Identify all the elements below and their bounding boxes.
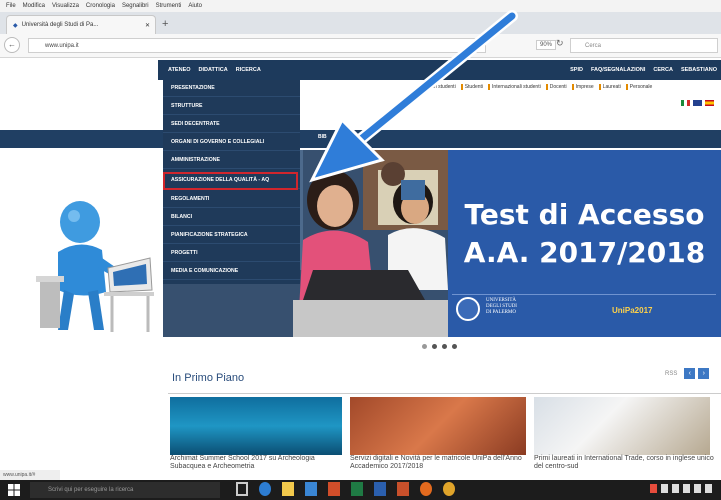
nav-user[interactable]: SEBASTIANO — [681, 67, 717, 73]
excel-icon[interactable] — [351, 482, 363, 496]
pointer-arrow-icon — [309, 10, 518, 183]
zoom-indicator[interactable]: 90% — [536, 40, 557, 50]
highlight-box — [163, 172, 298, 190]
tray-icon[interactable] — [672, 484, 679, 493]
tray-icon[interactable] — [650, 484, 657, 493]
mail-icon[interactable] — [328, 482, 340, 496]
news-card-caption[interactable]: Archimat Summer School 2017 su Archeolog… — [170, 455, 345, 471]
hero-title-line2: A.A. 2017/2018 — [463, 236, 706, 269]
search-input[interactable]: Cerca — [570, 38, 718, 53]
tray-icon[interactable] — [683, 484, 690, 493]
taskbar-search-text: Scrivi qui per eseguire la ricerca — [48, 487, 134, 493]
powerpoint-icon[interactable] — [397, 482, 409, 496]
back-button[interactable]: ← — [4, 37, 20, 53]
rss-label[interactable]: RSS — [665, 371, 677, 377]
url-text: www.unipa.it — [45, 42, 79, 49]
close-icon[interactable]: ✕ — [145, 22, 150, 29]
menu-item-presentazione[interactable]: PRESENTAZIONE — [163, 80, 300, 97]
news-card-caption[interactable]: Primi laureati in International Trade, c… — [534, 455, 714, 471]
menu-file[interactable]: File — [6, 3, 16, 9]
carousel-dot[interactable] — [432, 344, 437, 349]
tray-icon[interactable] — [705, 484, 712, 493]
news-card-caption[interactable]: Servizi digitali e Novità per le matrico… — [350, 455, 528, 471]
flag-it-icon[interactable] — [681, 100, 690, 106]
menu-item-amministrazione[interactable]: AMMINISTRAZIONE — [163, 152, 300, 169]
tab-title: Università degli Studi di Pa... — [21, 22, 99, 28]
news-card-image[interactable] — [170, 397, 342, 455]
new-tab-button[interactable]: + — [162, 18, 168, 30]
news-card-image[interactable] — [350, 397, 526, 455]
section-title: In Primo Piano — [172, 372, 245, 384]
tray-icon[interactable] — [694, 484, 701, 493]
nav-faq[interactable]: FAQ/SEGNALAZIONI — [591, 67, 645, 73]
status-url: www.unipa.it/# — [0, 470, 60, 480]
nav-didattica[interactable]: DIDATTICA — [199, 67, 228, 73]
menu-edit[interactable]: Modifica — [23, 3, 45, 9]
tray-icon[interactable] — [661, 484, 668, 493]
menu-item-pianificazione[interactable]: PIANIFICAZIONE STRATEGICA — [163, 227, 300, 244]
hero-title-line1: Test di Accesso — [464, 198, 705, 231]
edge-icon[interactable] — [259, 482, 271, 496]
primo-piano-header — [168, 372, 721, 394]
menu-help[interactable]: Aiuto — [188, 3, 202, 9]
taskbar-search[interactable]: Scrivi qui per eseguire la ricerca — [30, 482, 220, 498]
reload-icon[interactable]: ↻ — [556, 38, 564, 49]
chrome-icon[interactable] — [443, 482, 455, 496]
menu-item-media[interactable]: MEDIA E COMUNICAZIONE — [163, 263, 300, 280]
word-icon[interactable] — [374, 482, 386, 496]
menu-bookmarks[interactable]: Segnalibri — [122, 3, 149, 9]
university-name: UNIVERSITÀ DEGLI STUDI DI PALERMO — [486, 298, 517, 316]
nav-spid[interactable]: SPID — [570, 67, 583, 73]
taskbar-apps — [236, 482, 455, 496]
primo-piano-controls: RSS ‹ › — [665, 368, 710, 379]
flag-es-icon[interactable] — [705, 100, 714, 106]
firefox-icon[interactable] — [420, 482, 432, 496]
nav-ricerca[interactable]: RICERCA — [236, 67, 261, 73]
menu-item-strutture[interactable]: STRUTTURE — [163, 98, 300, 115]
menu-item-sedi-decentrate[interactable]: SEDI DECENTRATE — [163, 116, 300, 133]
university-name-line3: DI PALERMO — [486, 310, 516, 315]
file-explorer-icon[interactable] — [282, 482, 294, 496]
hero-title: Test di Accesso A.A. 2017/2018 — [448, 196, 721, 272]
browser-tab[interactable]: ◆ Università degli Studi di Pa... ✕ — [6, 15, 156, 34]
link-imprese[interactable]: Imprese — [571, 84, 594, 90]
unipa2017-logo: UniPa2017 — [612, 306, 653, 315]
university-seal-icon — [456, 297, 480, 321]
carousel-dot[interactable] — [422, 344, 427, 349]
figure-at-laptop-illustration — [36, 201, 154, 332]
menu-item-regolamenti[interactable]: REGOLAMENTI — [163, 191, 300, 208]
carousel-dots — [422, 344, 457, 349]
menu-view[interactable]: Visualizza — [52, 3, 79, 9]
menu-history[interactable]: Cronologia — [86, 3, 115, 9]
menu-item-bilanci[interactable]: BILANCI — [163, 209, 300, 226]
system-tray — [650, 484, 712, 493]
menu-item-progetti[interactable]: PROGETTI — [163, 245, 300, 262]
next-button[interactable]: › — [698, 368, 710, 379]
link-docenti[interactable]: Docenti — [545, 84, 567, 90]
task-view-icon[interactable] — [236, 482, 248, 496]
menu-item-organi[interactable]: ORGANI DI GOVERNO E COLLEGIALI — [163, 134, 300, 151]
nav-cerca[interactable]: CERCA — [653, 67, 673, 73]
search-placeholder: Cerca — [585, 42, 602, 49]
language-flags — [681, 100, 714, 106]
link-laureati[interactable]: Laureati — [598, 84, 621, 90]
favicon-icon: ◆ — [13, 22, 18, 29]
flag-en-icon[interactable] — [693, 100, 702, 106]
windows-start-icon[interactable] — [8, 484, 20, 496]
carousel-dot[interactable] — [452, 344, 457, 349]
carousel-dot[interactable] — [442, 344, 447, 349]
store-icon[interactable] — [305, 482, 317, 496]
prev-button[interactable]: ‹ — [684, 368, 696, 379]
link-personale[interactable]: Personale — [625, 84, 652, 90]
nav-ateneo[interactable]: ATENEO — [168, 67, 191, 73]
menu-tools[interactable]: Strumenti — [156, 3, 182, 9]
news-card-image[interactable] — [534, 397, 710, 455]
